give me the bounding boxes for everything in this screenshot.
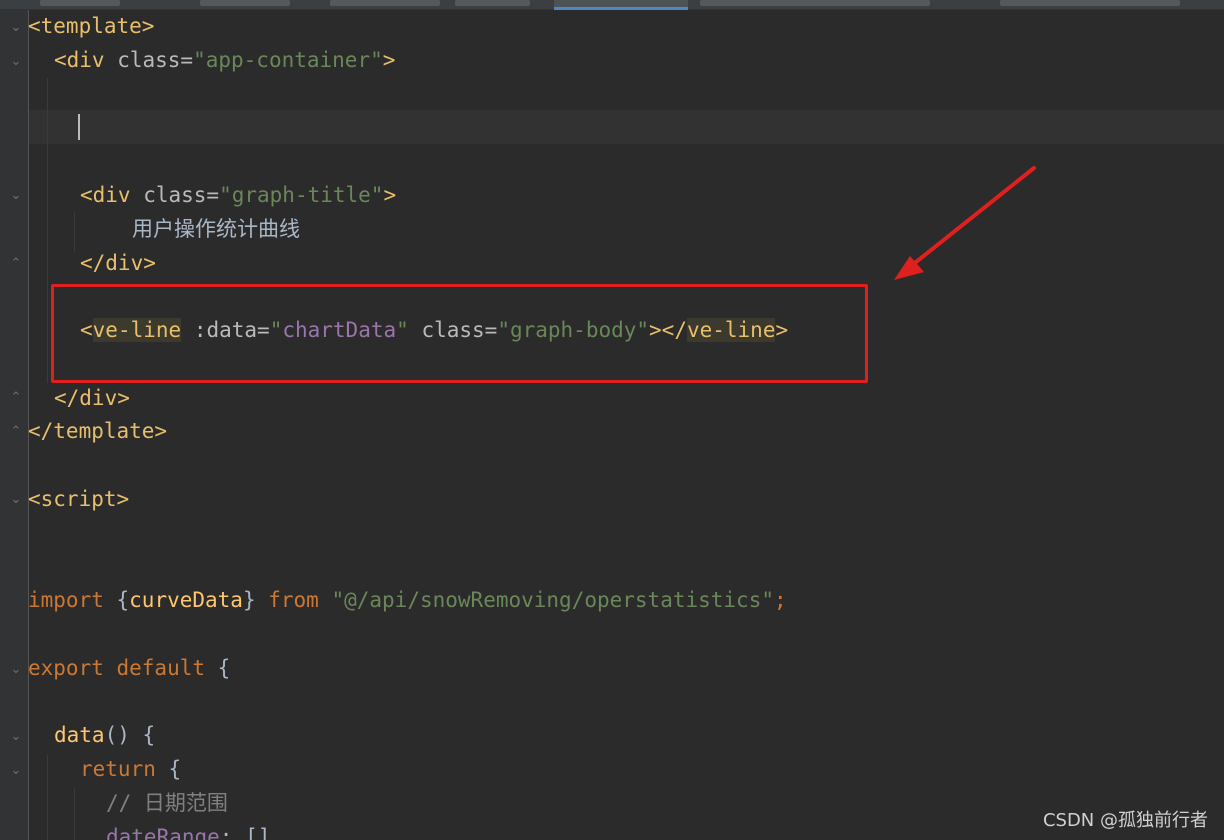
code-token: ; <box>773 588 787 612</box>
code-token: () { <box>104 723 156 747</box>
current-line-highlight <box>29 110 1224 144</box>
code-line[interactable]: </div> <box>54 383 130 413</box>
code-line[interactable]: // 日期范围 <box>106 788 228 818</box>
code-token: data <box>54 723 105 747</box>
editor-tab[interactable] <box>40 0 120 6</box>
code-token: </div> <box>80 251 156 275</box>
code-line[interactable]: <div class="app-container"> <box>54 45 395 75</box>
code-line[interactable]: <template> <box>28 11 154 41</box>
code-line[interactable]: </div> <box>80 248 156 278</box>
indent-guide <box>74 788 75 840</box>
code-line[interactable]: import {curveData} from "@/api/snowRemov… <box>28 585 787 615</box>
fold-icon[interactable]: ⌄ <box>8 729 24 745</box>
fold-icon[interactable]: ⌄ <box>8 492 24 508</box>
code-line[interactable]: data() { <box>54 720 155 750</box>
code-token: </template> <box>28 419 168 443</box>
graph-title-text: 用户操作统计曲线 <box>132 217 300 241</box>
editor-tab[interactable] <box>200 0 290 6</box>
code-token: <script> <box>28 487 130 511</box>
code-token: curveData <box>129 588 243 612</box>
fold-end-icon[interactable]: ⌃ <box>8 256 24 272</box>
indent-guide <box>47 78 48 383</box>
code-line[interactable]: dateRange: [] <box>106 822 270 840</box>
code-token: : [] <box>219 825 271 840</box>
code-line[interactable]: export default { <box>28 653 230 683</box>
code-token: class= <box>130 183 220 207</box>
code-token: } <box>242 588 269 612</box>
fold-end-icon[interactable]: ⌃ <box>8 390 24 406</box>
code-line[interactable]: <div class="graph-title"> <box>80 180 396 210</box>
indent-guide <box>74 212 75 252</box>
editor-tab[interactable] <box>700 0 930 6</box>
indent-guide <box>47 755 48 840</box>
watermark: CSDN @孤独前行者 <box>1042 810 1208 831</box>
code-token: "graph-title" <box>219 183 384 207</box>
annotation-red-box <box>51 284 868 383</box>
editor-tab-active[interactable] <box>554 0 688 10</box>
code-token: dateRange <box>106 825 220 840</box>
code-token: { <box>205 656 231 680</box>
editor-tab[interactable] <box>330 0 440 6</box>
code-token: > <box>383 183 397 207</box>
code-token: <div <box>80 183 131 207</box>
code-line[interactable]: 用户操作统计曲线 <box>132 214 300 244</box>
code-token: "@/api/snowRemoving/operstatistics" <box>318 588 774 612</box>
code-token: default <box>103 656 206 680</box>
code-token: { <box>103 588 130 612</box>
code-line[interactable]: <script> <box>28 484 129 514</box>
code-token: > <box>382 48 396 72</box>
code-token: export <box>28 656 104 680</box>
code-token: from <box>268 588 319 612</box>
editor-tab[interactable] <box>455 0 530 6</box>
code-editor[interactable]: ⌄ ⌄ ⌄ ⌃ ⌃ ⌃ ⌄ ⌄ ⌄ ⌄ <template> <div clas… <box>0 0 1224 840</box>
code-token: "app-container" <box>193 48 383 72</box>
code-line[interactable]: return { <box>80 754 181 784</box>
code-token: class= <box>104 48 194 72</box>
fold-icon[interactable]: ⌄ <box>8 662 24 678</box>
code-comment: // 日期范围 <box>106 791 228 815</box>
annotation-arrow-icon <box>894 166 1036 280</box>
fold-icon[interactable]: ⌄ <box>8 20 24 36</box>
editor-tab[interactable] <box>1000 0 1180 6</box>
editor-tab-strip <box>0 0 1224 10</box>
fold-end-icon[interactable]: ⌃ <box>8 424 24 440</box>
code-token: </div> <box>54 386 130 410</box>
fold-icon[interactable]: ⌄ <box>8 763 24 779</box>
fold-icon[interactable]: ⌄ <box>8 188 24 204</box>
code-line[interactable]: </template> <box>28 416 167 446</box>
code-token: <div <box>54 48 105 72</box>
code-token: import <box>28 588 104 612</box>
code-token: <template> <box>28 14 155 38</box>
code-token: { <box>155 757 182 781</box>
text-cursor <box>78 114 80 140</box>
fold-icon[interactable]: ⌄ <box>8 54 24 70</box>
code-token: return <box>80 757 156 781</box>
